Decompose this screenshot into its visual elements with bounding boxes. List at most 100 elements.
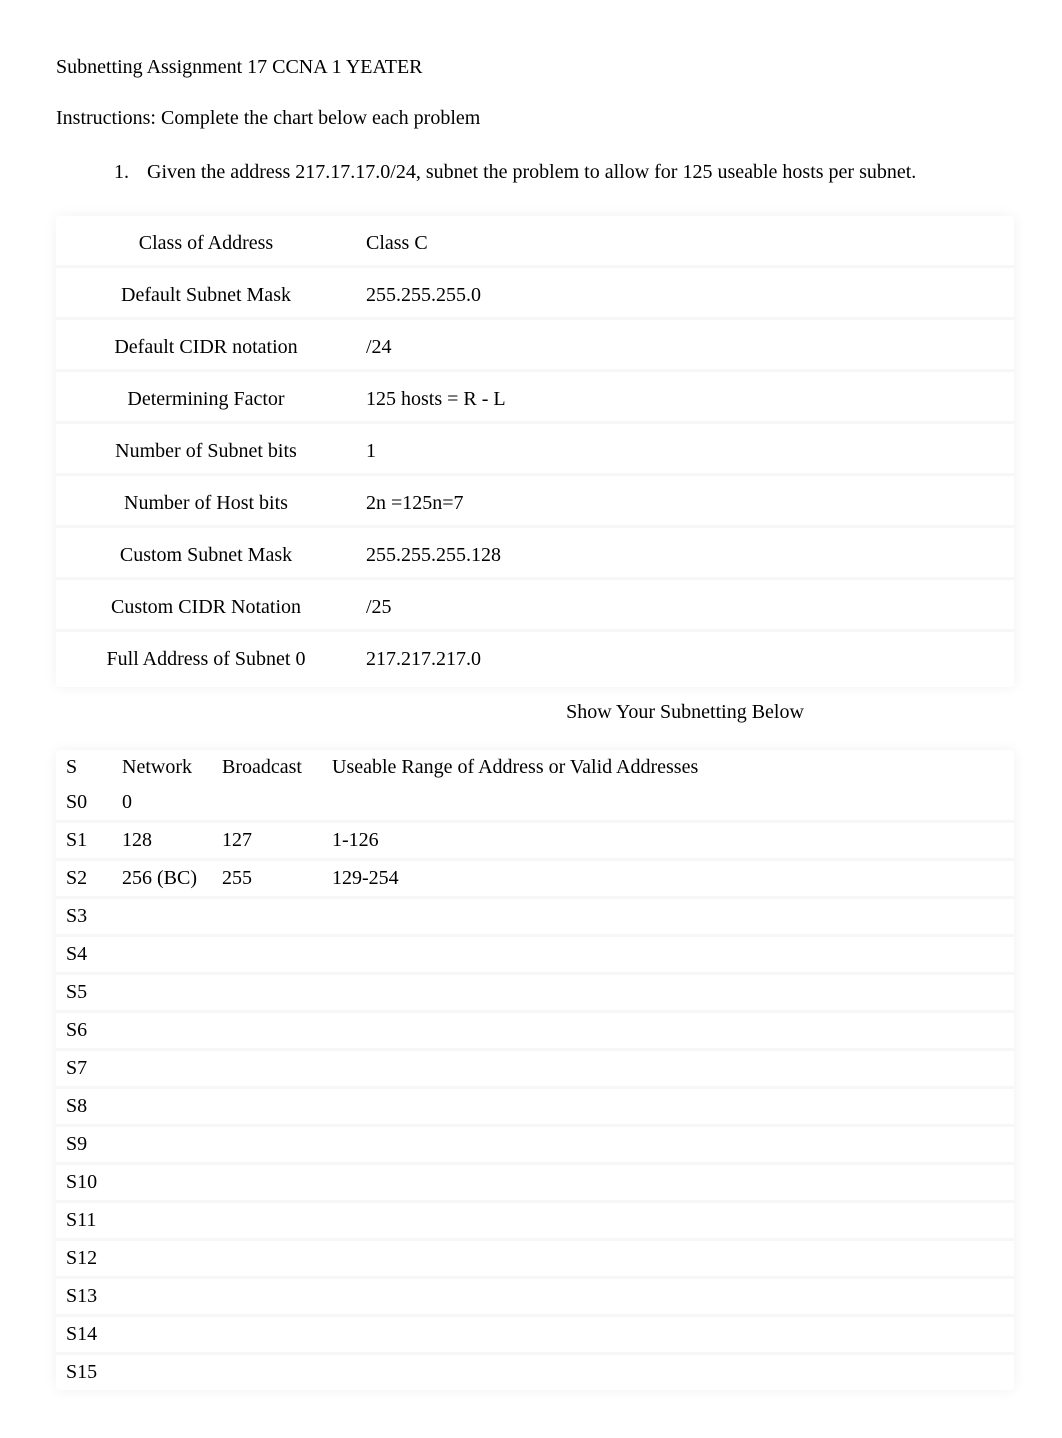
- info-row: Custom Subnet Mask255.255.255.128: [56, 534, 1014, 580]
- info-row-value: Class C: [356, 222, 1014, 268]
- info-row-value: 1: [356, 430, 1014, 476]
- info-row: Full Address of Subnet 0217.217.217.0: [56, 638, 1014, 681]
- subnet-cell-range: [322, 1013, 1014, 1051]
- subnet-cell-broadcast: [212, 785, 322, 823]
- info-row: Default CIDR notation/24: [56, 326, 1014, 372]
- subnet-row: S00: [56, 785, 1014, 823]
- subnet-row: S10: [56, 1165, 1014, 1203]
- subnet-table-header-row: S Network Broadcast Useable Range of Add…: [56, 750, 1014, 785]
- info-row: Number of Host bits2n =125n=7: [56, 482, 1014, 528]
- subnet-cell-broadcast: [212, 1051, 322, 1089]
- subnet-cell-range: [322, 1279, 1014, 1317]
- subnet-cell-s: S0: [56, 785, 112, 823]
- info-row: Number of Subnet bits1: [56, 430, 1014, 476]
- info-row-label: Custom CIDR Notation: [56, 586, 356, 632]
- subnet-cell-broadcast: [212, 1317, 322, 1355]
- subnet-cell-network: [112, 1013, 212, 1051]
- subnet-header-network: Network: [112, 750, 212, 785]
- info-row: Class of AddressClass C: [56, 222, 1014, 268]
- subnet-cell-s: S10: [56, 1165, 112, 1203]
- document-page: Subnetting Assignment 17 CCNA 1 YEATER I…: [0, 0, 1062, 1438]
- subnet-cell-broadcast: [212, 899, 322, 937]
- problem-number: 1.: [114, 158, 142, 186]
- subnet-cell-s: S9: [56, 1127, 112, 1165]
- subnet-cell-network: [112, 1203, 212, 1241]
- subnet-cell-network: [112, 1317, 212, 1355]
- subnet-cell-s: S6: [56, 1013, 112, 1051]
- subnet-cell-range: [322, 1051, 1014, 1089]
- subnet-cell-range: [322, 1203, 1014, 1241]
- subnet-cell-range: [322, 1089, 1014, 1127]
- info-row-value: /25: [356, 586, 1014, 632]
- subnet-cell-s: S8: [56, 1089, 112, 1127]
- subnet-cell-range: [322, 1241, 1014, 1279]
- subnet-header-range: Useable Range of Address or Valid Addres…: [322, 750, 1014, 785]
- subnet-row: S15: [56, 1355, 1014, 1390]
- subnet-cell-network: [112, 1165, 212, 1203]
- subnet-cell-broadcast: [212, 1089, 322, 1127]
- problem-text: Given the address 217.17.17.0/24, subnet…: [147, 161, 916, 183]
- info-row: Default Subnet Mask255.255.255.0: [56, 274, 1014, 320]
- problem-item-1: 1. Given the address 217.17.17.0/24, sub…: [114, 158, 1014, 186]
- subnet-cell-broadcast: 255: [212, 861, 322, 899]
- info-row-label: Number of Host bits: [56, 482, 356, 528]
- subnet-row: S8: [56, 1089, 1014, 1127]
- subnet-table-wrap: S Network Broadcast Useable Range of Add…: [56, 750, 1014, 1390]
- subnet-cell-network: [112, 899, 212, 937]
- subnet-cell-s: S13: [56, 1279, 112, 1317]
- subnet-cell-s: S12: [56, 1241, 112, 1279]
- subnet-cell-range: [322, 899, 1014, 937]
- subnet-cell-range: [322, 937, 1014, 975]
- subnet-cell-range: 1-126: [322, 823, 1014, 861]
- subnet-cell-range: [322, 1127, 1014, 1165]
- info-row-label: Full Address of Subnet 0: [56, 638, 356, 681]
- subnet-cell-broadcast: [212, 1013, 322, 1051]
- subnet-header-broadcast: Broadcast: [212, 750, 322, 785]
- instructions-text: Instructions: Complete the chart below e…: [56, 107, 1014, 130]
- subnet-header-s: S: [56, 750, 112, 785]
- subnet-cell-broadcast: [212, 1203, 322, 1241]
- subnet-row: S11: [56, 1203, 1014, 1241]
- subnet-cell-broadcast: [212, 1127, 322, 1165]
- subnet-cell-network: [112, 1241, 212, 1279]
- subnet-cell-broadcast: [212, 1355, 322, 1390]
- subnet-cell-network: [112, 937, 212, 975]
- subnet-row: S14: [56, 1317, 1014, 1355]
- info-row-label: Default Subnet Mask: [56, 274, 356, 320]
- info-row-value: 125 hosts = R - L: [356, 378, 1014, 424]
- info-row-label: Class of Address: [56, 222, 356, 268]
- info-row-label: Default CIDR notation: [56, 326, 356, 372]
- subnet-row: S3: [56, 899, 1014, 937]
- subnet-cell-network: 256 (BC): [112, 861, 212, 899]
- subnet-table: S Network Broadcast Useable Range of Add…: [56, 750, 1014, 1390]
- subnet-cell-network: 128: [112, 823, 212, 861]
- page-title: Subnetting Assignment 17 CCNA 1 YEATER: [56, 56, 1014, 79]
- subnet-cell-range: [322, 1355, 1014, 1390]
- subnet-row: S2256 (BC)255129-254: [56, 861, 1014, 899]
- subnet-cell-network: [112, 1089, 212, 1127]
- subnet-row: S13: [56, 1279, 1014, 1317]
- show-subnetting-label: Show Your Subnetting Below: [356, 701, 1014, 724]
- subnet-cell-network: [112, 1355, 212, 1390]
- subnet-cell-broadcast: [212, 1241, 322, 1279]
- subnet-row: S4: [56, 937, 1014, 975]
- subnet-row: S5: [56, 975, 1014, 1013]
- info-row-label: Custom Subnet Mask: [56, 534, 356, 580]
- info-table: Class of AddressClass CDefault Subnet Ma…: [56, 216, 1014, 687]
- subnet-cell-broadcast: [212, 1279, 322, 1317]
- subnet-cell-network: [112, 975, 212, 1013]
- info-row: Custom CIDR Notation/25: [56, 586, 1014, 632]
- info-row-value: 255.255.255.0: [356, 274, 1014, 320]
- subnet-cell-s: S15: [56, 1355, 112, 1390]
- subnet-cell-s: S5: [56, 975, 112, 1013]
- subnet-cell-range: [322, 1165, 1014, 1203]
- subnet-cell-s: S1: [56, 823, 112, 861]
- subnet-cell-network: [112, 1279, 212, 1317]
- info-row-value: 255.255.255.128: [356, 534, 1014, 580]
- subnet-cell-range: 129-254: [322, 861, 1014, 899]
- subnet-cell-broadcast: [212, 937, 322, 975]
- subnet-cell-s: S3: [56, 899, 112, 937]
- subnet-cell-network: [112, 1127, 212, 1165]
- subnet-cell-s: S11: [56, 1203, 112, 1241]
- subnet-cell-s: S4: [56, 937, 112, 975]
